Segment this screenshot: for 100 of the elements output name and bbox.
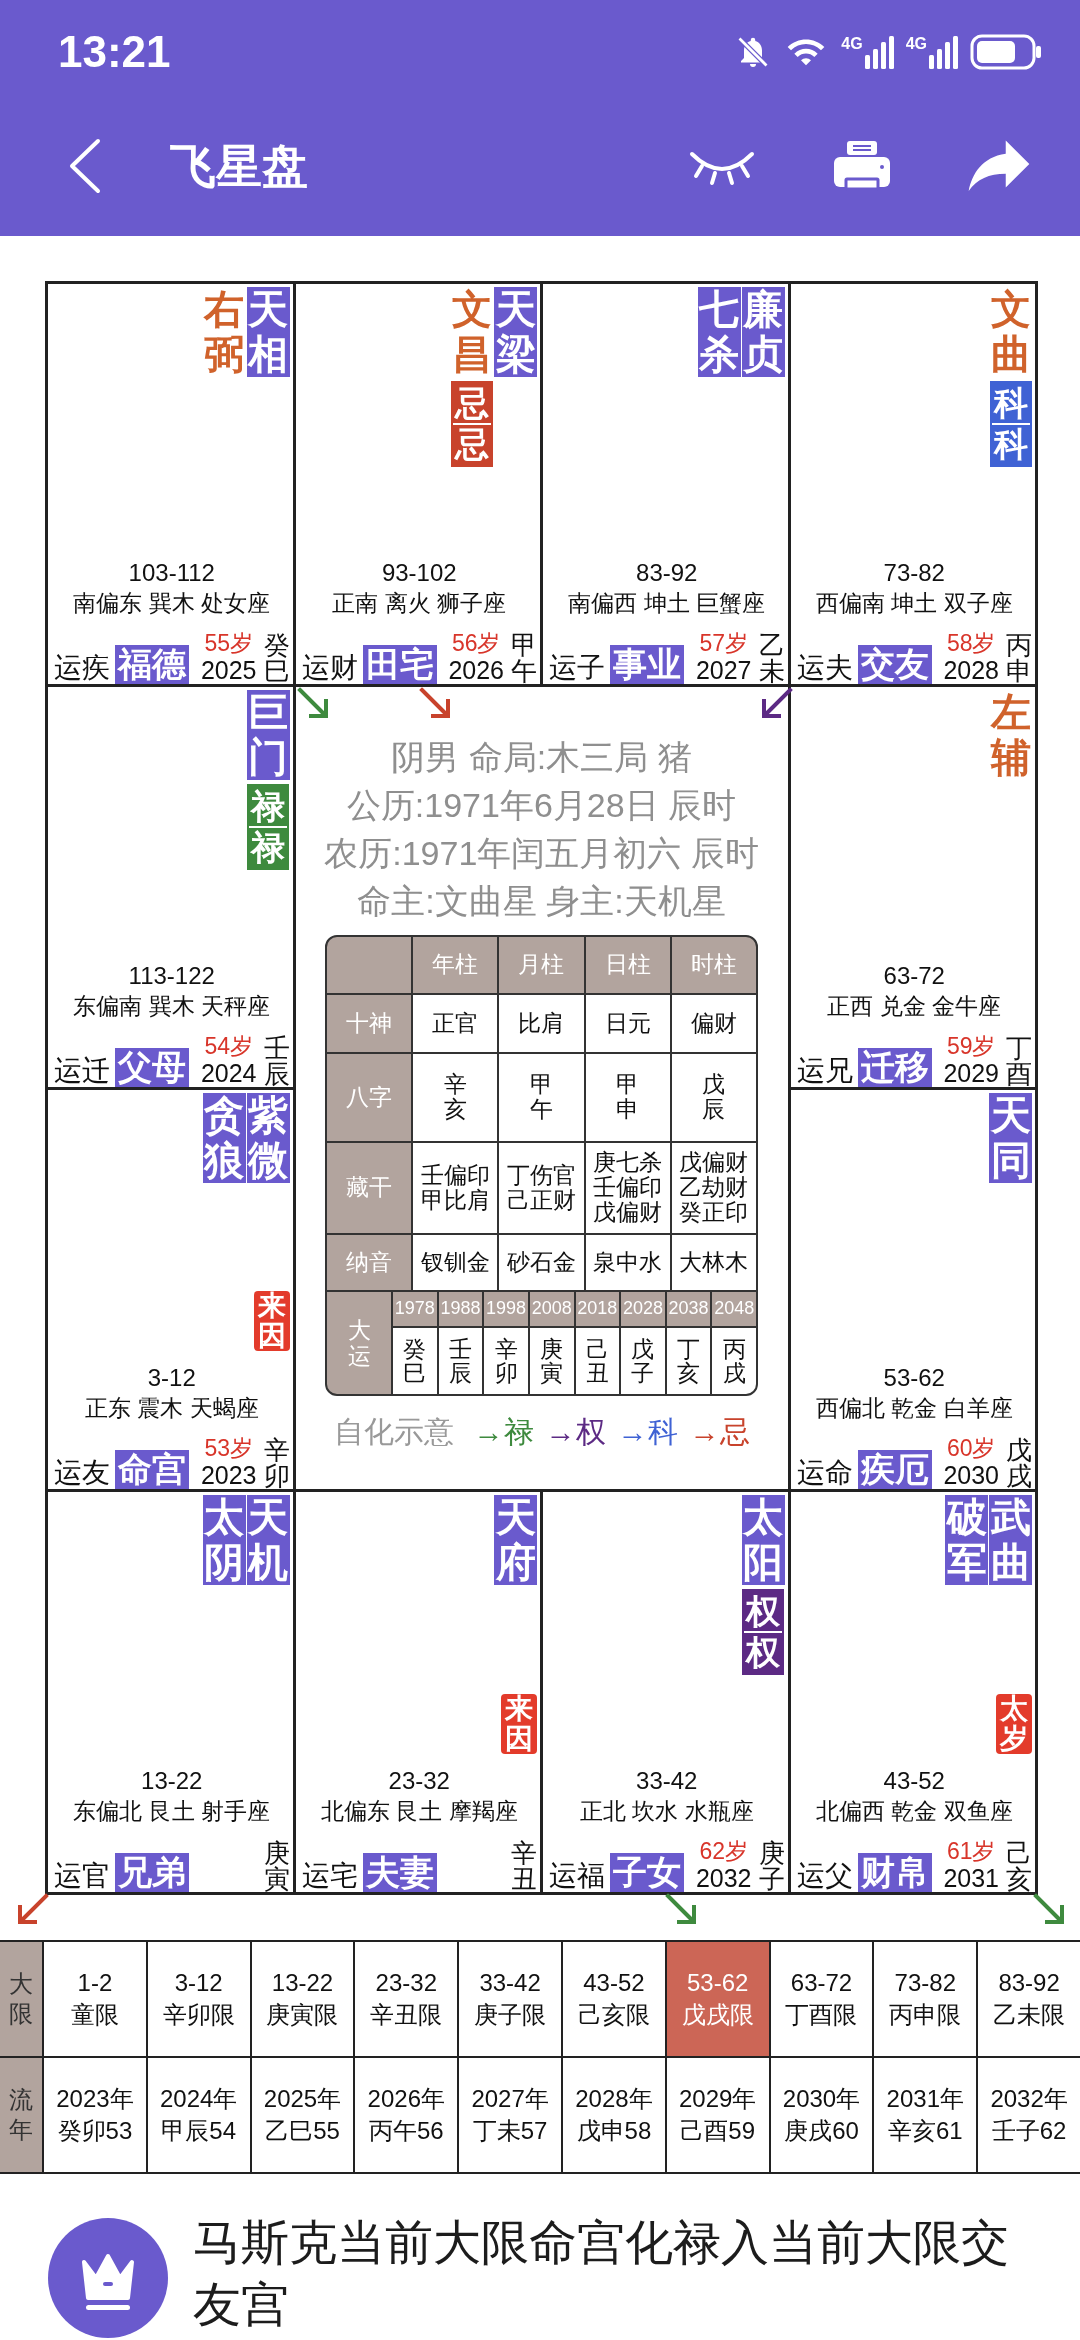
- direction-text: 南偏西 坤土 巨蟹座: [567, 588, 767, 618]
- dayun-year: 1998: [484, 1291, 528, 1326]
- age-text: 62岁: [699, 1838, 748, 1864]
- table-cell: 甲午: [499, 1053, 584, 1141]
- yun-label: 运父: [796, 1860, 853, 1892]
- age-range: 63-72: [882, 960, 946, 991]
- chart-info-text: 命主:文曲星 身主:天机星: [357, 880, 726, 922]
- dayun-year: 2038: [666, 1291, 711, 1326]
- table-cell: 正官: [413, 994, 498, 1052]
- transform-badge: 科科: [989, 381, 1032, 467]
- table-cell: 日元: [585, 994, 670, 1052]
- age-text: 54岁: [204, 1032, 253, 1059]
- app-title: 飞星盘: [170, 139, 308, 194]
- liunian-cell[interactable]: 2025年 乙巳55: [251, 2058, 354, 2172]
- direction-text: 西偏南 坤土 双子座: [814, 588, 1014, 618]
- legend-item: →禄: [473, 1413, 534, 1450]
- palace-tag: 来因: [253, 1291, 290, 1352]
- table-cell: 泉中水: [585, 1234, 670, 1290]
- liunian-cell[interactable]: 2031年 辛亥61: [874, 2058, 977, 2172]
- dayun-cell[interactable]: 73-82 丙申限: [874, 1942, 977, 2056]
- minor-star-label: 文曲: [989, 287, 1032, 377]
- share-icon[interactable]: [968, 139, 1030, 193]
- liunian-cell[interactable]: 2032年 壬子62: [978, 2058, 1080, 2172]
- ganzhi-text: 癸巳: [263, 631, 290, 684]
- dayun-cell[interactable]: 83-92 乙未限: [978, 1942, 1080, 2056]
- direction-text: 正西 兑金 金牛座: [826, 991, 1003, 1021]
- year-text: 2027: [695, 655, 752, 684]
- palace-name[interactable]: 财帛: [857, 1853, 932, 1892]
- age-range: 23-32: [387, 1766, 451, 1796]
- ganzhi-text: 甲午: [511, 631, 537, 684]
- palace-name[interactable]: 兄弟: [115, 1853, 189, 1892]
- yun-label: 运命: [796, 1457, 853, 1490]
- transform-badge: 忌忌: [450, 381, 493, 467]
- direction-text: 东偏南 巽木 天秤座: [72, 991, 272, 1021]
- direction-text: 南偏东 巽木 处女座: [72, 588, 272, 618]
- palace-name[interactable]: 迁移: [857, 1047, 932, 1087]
- dayun-cell[interactable]: 53-62 戊戌限: [666, 1942, 769, 2056]
- ganzhi-text: 庚寅: [263, 1840, 290, 1892]
- palace-name[interactable]: 夫妻: [362, 1853, 437, 1892]
- dayun-cell[interactable]: 63-72 丁酉限: [770, 1942, 873, 2056]
- liunian-cell[interactable]: 2024年 甲辰54: [147, 2058, 250, 2172]
- palace-tag: 太岁: [996, 1694, 1032, 1754]
- legend-item: →权: [545, 1413, 606, 1450]
- chart-info-text: 阴男 命局:木三局 猪: [391, 736, 692, 778]
- dayun-cell[interactable]: 23-32 辛丑限: [355, 1942, 458, 2056]
- ganzhi-text: 壬辰: [263, 1034, 290, 1087]
- row-header: 八字: [327, 1053, 411, 1141]
- palace-name[interactable]: 田宅: [362, 644, 437, 684]
- table-cell: 砂石金: [499, 1234, 584, 1290]
- palace-name[interactable]: 命宫: [115, 1450, 189, 1490]
- yun-label: 运宅: [301, 1860, 358, 1892]
- dayun-cell[interactable]: 1-2 童限: [44, 1942, 146, 2056]
- palace-name[interactable]: 交友: [857, 644, 932, 684]
- yun-label: 运财: [301, 651, 358, 684]
- legend-label: 自化示意: [333, 1413, 454, 1450]
- ganzhi-text: 乙未: [758, 631, 785, 684]
- dayun-cell[interactable]: 33-42 庚子限: [459, 1942, 561, 2056]
- signal-icon: [863, 35, 894, 69]
- column-header: 时柱: [671, 936, 756, 993]
- palace-name[interactable]: 事业: [610, 644, 684, 684]
- dayun-cell[interactable]: 43-52 己亥限: [563, 1942, 665, 2056]
- year-text: 2025: [200, 655, 257, 684]
- direction-text: 东偏北 艮土 射手座: [72, 1797, 272, 1826]
- dayun-cell[interactable]: 3-12 辛卯限: [147, 1942, 250, 2056]
- palace-name[interactable]: 疾厄: [857, 1450, 932, 1490]
- liunian-cell[interactable]: 2027年 丁未57: [459, 2058, 561, 2172]
- liunian-cell[interactable]: 2028年 戊申58: [563, 2058, 665, 2172]
- direction-text: 西偏北 乾金 白羊座: [814, 1394, 1014, 1424]
- palace-name[interactable]: 子女: [610, 1853, 684, 1892]
- table-cell: 丙戌: [712, 1327, 756, 1394]
- age-range: 103-112: [127, 557, 216, 588]
- yun-label: 运兄: [796, 1054, 853, 1087]
- ganzhi-text: 辛丑: [511, 1840, 537, 1892]
- age-range: 83-92: [635, 557, 699, 588]
- age-range: 53-62: [882, 1363, 946, 1394]
- ganzhi-text: 戊戌: [1006, 1437, 1032, 1490]
- liunian-cell[interactable]: 2026年 丙午56: [355, 2058, 458, 2172]
- table-cell: 丁亥: [666, 1327, 711, 1394]
- table-cell: 辛亥: [413, 1053, 498, 1141]
- liunian-cell[interactable]: 2030年 庚戌60: [770, 2058, 873, 2172]
- minor-star-label: 文昌: [450, 287, 493, 377]
- dayun-cell[interactable]: 13-22 庚寅限: [251, 1942, 354, 2056]
- direction-text: 正南 离火 狮子座: [331, 588, 508, 618]
- column-header: 年柱: [413, 936, 498, 993]
- direction-text: 正北 坎水 水瓶座: [578, 1797, 755, 1826]
- age-range: 43-52: [882, 1766, 946, 1796]
- palace-name[interactable]: 福德: [115, 644, 189, 684]
- table-cell: 己丑: [575, 1327, 620, 1394]
- direction-text: 正东 震木 天蝎座: [83, 1394, 260, 1424]
- ganzhi-text: 庚子: [758, 1840, 785, 1892]
- column-header: 月柱: [499, 936, 584, 993]
- yun-label: 运疾: [54, 651, 110, 684]
- legend-item: →忌: [689, 1413, 750, 1450]
- network-label: 4G: [905, 35, 927, 52]
- palace-name[interactable]: 父母: [115, 1047, 189, 1087]
- age-text: 57岁: [699, 629, 748, 656]
- table-cell: 戊辰: [671, 1053, 756, 1141]
- liunian-cell[interactable]: 2023年 癸卯53: [44, 2058, 146, 2172]
- age-range: 93-102: [380, 557, 458, 588]
- liunian-cell[interactable]: 2029年 己酉59: [666, 2058, 769, 2172]
